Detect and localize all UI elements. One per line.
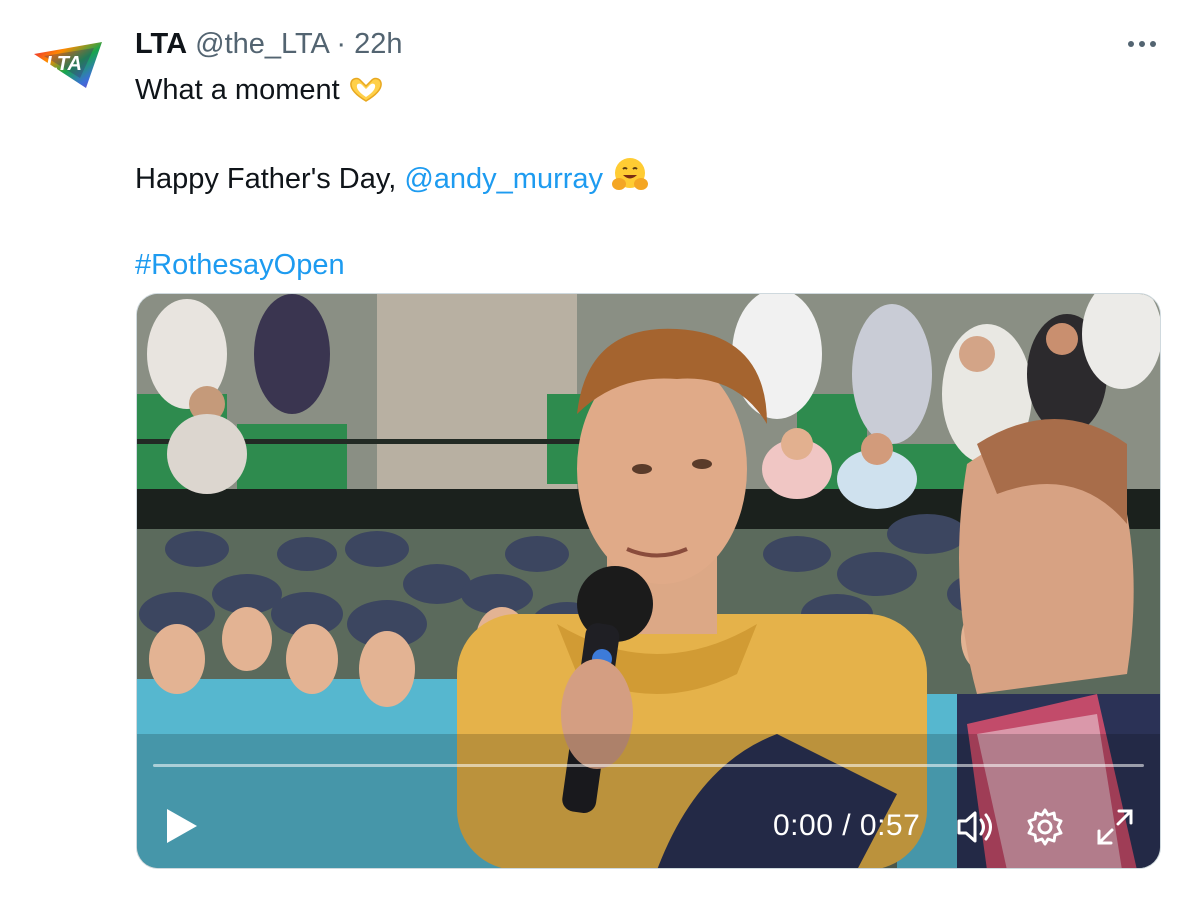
- hashtag-link[interactable]: #RothesayOpen: [135, 249, 345, 281]
- tweet-header: LTA @the_LTA · 22h: [135, 26, 403, 62]
- timestamp[interactable]: 22h: [354, 28, 402, 60]
- tweet-line-2: Happy Father's Day, @andy_murray: [135, 156, 649, 205]
- more-options-button[interactable]: [1122, 30, 1162, 58]
- tweet: LTA LTA @the_LTA · 22h What a moment Hap…: [0, 0, 1202, 900]
- tweet-line-1-text: What a moment: [135, 74, 348, 106]
- tweet-line-1: What a moment: [135, 70, 649, 116]
- play-icon: [167, 809, 197, 843]
- author-handle[interactable]: @the_LTA: [195, 28, 328, 60]
- tweet-text: What a moment Happy Father's Day, @andy_…: [135, 70, 649, 285]
- more-horizontal-icon: [1128, 41, 1156, 47]
- settings-button[interactable]: [1025, 807, 1065, 847]
- author-name[interactable]: LTA: [135, 28, 187, 60]
- lta-logo: LTA: [34, 42, 102, 88]
- video-controls: 0:00 / 0:57: [137, 799, 1160, 855]
- svg-text:LTA: LTA: [46, 53, 82, 75]
- mention-link[interactable]: @andy_murray: [404, 163, 603, 195]
- tweet-line-3: #RothesayOpen: [135, 245, 649, 285]
- video-timecode: 0:00 / 0:57: [773, 809, 921, 842]
- video-frame: [137, 294, 1160, 868]
- hugging-face-emoji-icon: [611, 156, 649, 205]
- volume-button[interactable]: [955, 807, 995, 847]
- fullscreen-button[interactable]: [1095, 807, 1135, 847]
- play-button[interactable]: [159, 803, 203, 849]
- settings-gear-icon: [1027, 808, 1063, 846]
- video-progress-bar[interactable]: [153, 764, 1144, 767]
- avatar[interactable]: LTA: [30, 32, 106, 94]
- video-player[interactable]: 0:00 / 0:57: [136, 293, 1161, 869]
- fullscreen-icon: [1097, 809, 1133, 845]
- volume-icon: [957, 811, 992, 843]
- heart-hands-emoji-icon: [348, 75, 384, 116]
- separator-dot: ·: [336, 28, 347, 60]
- tweet-line-2-text: Happy Father's Day,: [135, 163, 405, 195]
